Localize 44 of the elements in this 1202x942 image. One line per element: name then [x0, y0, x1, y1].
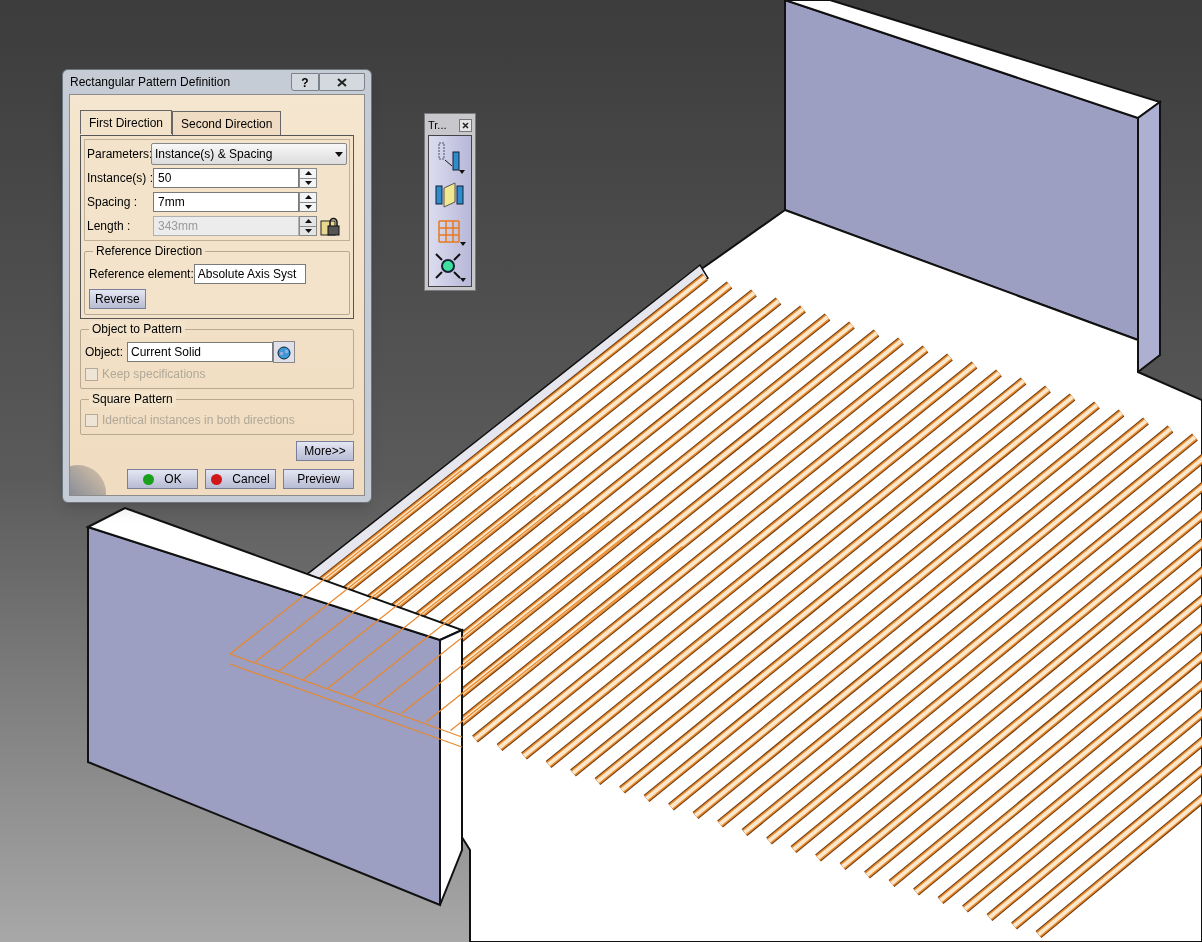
- reverse-button[interactable]: Reverse: [89, 289, 146, 309]
- checkbox-label: Identical instances in both directions: [102, 412, 295, 429]
- tab[interactable]: Second Direction: [172, 111, 282, 135]
- scale-icon[interactable]: [433, 252, 467, 282]
- value-field[interactable]: 7mm: [153, 192, 299, 212]
- group-title: Object to Pattern: [89, 321, 186, 337]
- field-label: Reference element:: [89, 266, 194, 283]
- spin-buttons[interactable]: [299, 168, 317, 188]
- spin-buttons[interactable]: [299, 216, 317, 236]
- checkbox-label: Keep specifications: [102, 366, 206, 383]
- select-button[interactable]: [273, 341, 295, 363]
- close-icon: [462, 121, 469, 129]
- value-field[interactable]: 50: [153, 168, 299, 188]
- up-arrow-icon: [304, 195, 312, 200]
- mirror-icon[interactable]: [433, 180, 467, 210]
- field-label: Length :: [87, 218, 132, 235]
- close-button[interactable]: [459, 118, 472, 132]
- reference-field[interactable]: Absolute Axis Syst: [193, 264, 306, 284]
- parameters-dropdown[interactable]: Instance(s) & Spacing: [151, 143, 347, 165]
- up-arrow-icon: [304, 219, 312, 224]
- field-label: Spacing :: [87, 194, 139, 211]
- close-button[interactable]: [319, 73, 365, 91]
- up-arrow-icon: [304, 171, 312, 176]
- preview-button[interactable]: Preview: [283, 469, 354, 489]
- field-label: Instance(s) :: [87, 170, 153, 187]
- caret-icon: [335, 151, 343, 157]
- ok-button[interactable]: OK: [127, 469, 198, 489]
- spin-buttons[interactable]: [299, 192, 317, 212]
- close-icon: [337, 77, 347, 87]
- object-field[interactable]: Current Solid: [127, 342, 273, 362]
- help-button[interactable]: ?: [291, 73, 319, 91]
- down-arrow-icon: [304, 204, 312, 209]
- globe-icon: [276, 344, 292, 360]
- cancel-button[interactable]: Cancel: [205, 469, 276, 489]
- field-label: Parameters:: [87, 146, 151, 163]
- tab[interactable]: First Direction: [80, 110, 172, 134]
- more-button[interactable]: More>>: [296, 441, 354, 461]
- down-arrow-icon: [304, 228, 312, 233]
- toolbar-title: Tr...: [428, 119, 447, 131]
- field-label: Object:: [85, 344, 124, 361]
- down-arrow-icon: [304, 180, 312, 185]
- group-title: Square Pattern: [89, 391, 176, 407]
- window-title: Rectangular Pattern Definition: [69, 74, 232, 91]
- lock-icon[interactable]: [319, 215, 341, 237]
